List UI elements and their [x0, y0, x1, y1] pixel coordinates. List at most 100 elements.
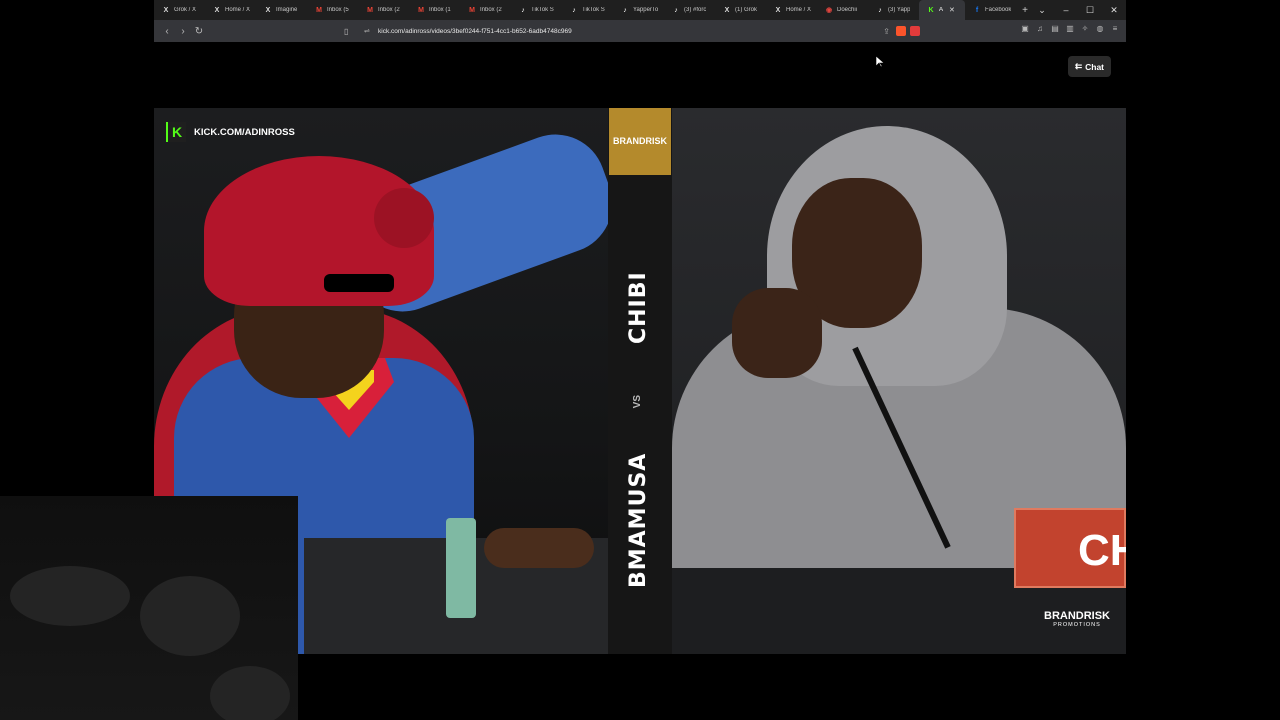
browser-tab[interactable]: M Inbox (1: [409, 0, 460, 20]
gmail-icon: M: [418, 6, 424, 14]
music-icon[interactable]: ♫: [1035, 24, 1045, 33]
tab-strip: X Grok / X X Home / X X Imagine M Inbox (5 M Inbo…: [154, 0, 1126, 20]
browser-tab[interactable]: ♪ TikTok S: [562, 0, 613, 20]
browser-tab[interactable]: X Home / X: [205, 0, 256, 20]
x-icon: X: [724, 6, 730, 14]
nav-buttons: ‹ › ↻: [154, 26, 214, 37]
tab-label: Inbox (2: [378, 7, 400, 13]
x-icon: X: [214, 6, 220, 14]
sunglasses: [324, 274, 394, 292]
tab-label: Imagine: [276, 7, 298, 13]
tab-label: Grok / X: [174, 7, 197, 13]
url-text[interactable]: kick.com/adinross/videos/3bef0244-f751-4…: [378, 28, 572, 35]
menu-icon[interactable]: ≡: [1110, 24, 1120, 33]
cap-brim: [374, 188, 434, 248]
browser-tab[interactable]: X Grok / X: [154, 0, 205, 20]
tab-label: Inbox (2: [480, 7, 502, 13]
center-divider: BRANDRISK CHIBI VS BMAMUSA: [608, 108, 672, 654]
forward-arrow-icon[interactable]: ›: [178, 26, 188, 37]
tab-label: YapperTo: [633, 7, 659, 13]
wallet-icon[interactable]: ▥: [1065, 24, 1075, 33]
tab-label: TikTok S: [531, 7, 554, 13]
tab-label: Home / X: [225, 7, 251, 13]
browser-tab[interactable]: X Home / X: [766, 0, 817, 20]
browser-window: X Grok / X X Home / X X Imagine M Inbox (5 M Inbo…: [154, 0, 1126, 42]
gmail-icon: M: [316, 6, 322, 14]
corner-brand-text: BRANDRISK: [1044, 610, 1110, 622]
brave-shields-icon[interactable]: [896, 26, 906, 36]
kick-logo-icon: K: [166, 122, 186, 142]
close-tab-icon[interactable]: ✕: [949, 6, 955, 14]
tiktok-icon: ♪: [878, 6, 882, 14]
tab-label: (1) Grok: [735, 7, 758, 13]
gmail-icon: M: [367, 6, 373, 14]
window-controls: ⌄ – ☐ ✕: [1030, 0, 1126, 20]
fighter-name-top: CHIBI: [626, 271, 651, 345]
gmail-icon: M: [469, 6, 475, 14]
water-bottle: [446, 518, 476, 618]
extensions-icon[interactable]: ✧: [1080, 24, 1090, 33]
minimize-button[interactable]: –: [1054, 0, 1078, 20]
share-icon[interactable]: ⇪: [883, 27, 890, 36]
video-player[interactable]: K KICK.COM/ADINROSS BRANDRISK CHIBI VS B…: [154, 108, 1126, 654]
browser-tab[interactable]: M Inbox (2: [358, 0, 409, 20]
chevron-down-icon[interactable]: ⌄: [1030, 0, 1054, 20]
browser-tab[interactable]: ◉ Doechii: [817, 0, 868, 20]
browser-tab[interactable]: ♪ (3) #forc: [664, 0, 715, 20]
sidebar-icon[interactable]: ▤: [1050, 24, 1060, 33]
webcam-shape: [140, 576, 240, 656]
right-fist: [732, 288, 822, 378]
tab-label: A: [939, 7, 944, 13]
browser-tab[interactable]: ♪ TikTok S: [511, 0, 562, 20]
facebook-icon: f: [975, 6, 979, 14]
globe-icon: ◉: [825, 7, 833, 14]
fighter-name-bottom: BMAMUSA: [626, 452, 651, 588]
tab-label: Home / X: [786, 7, 812, 13]
tiktok-icon: ♪: [674, 6, 678, 14]
vpn-icon[interactable]: ◍: [1095, 24, 1105, 33]
corner-brand-logo: BRANDRISK PROMOTIONS: [1044, 610, 1110, 628]
chat-button[interactable]: ⇇ Chat: [1068, 56, 1111, 77]
browser-tab[interactable]: X (1) Grok: [715, 0, 766, 20]
reload-icon[interactable]: ↻: [194, 26, 204, 37]
browser-toolbar: ‹ › ↻ ▯ ⇌ kick.com/adinross/videos/3bef0…: [154, 20, 1126, 42]
tab-label: Inbox (1: [429, 7, 451, 13]
tab-label: Inbox (5: [327, 7, 349, 13]
browser-tab[interactable]: X Imagine: [256, 0, 307, 20]
promo-logo: BRANDRISK: [609, 108, 671, 175]
webcam-shape: [210, 666, 290, 720]
tab-label: Doechii: [837, 7, 858, 13]
browser-tab[interactable]: M Inbox (5: [307, 0, 358, 20]
tiktok-icon: ♪: [521, 6, 525, 14]
x-icon: X: [265, 6, 271, 14]
extension-tools: ▣ ♫ ▤ ▥ ✧ ◍ ≡: [1020, 24, 1120, 33]
browser-tab[interactable]: K A ✕: [919, 0, 965, 20]
right-camera-feed: CH BRANDRISK PROMOTIONS: [672, 108, 1126, 654]
nameplate: CH: [1014, 508, 1126, 588]
tab-label: (3) Yapp: [888, 7, 911, 13]
browser-tab[interactable]: f Facebook: [965, 0, 1016, 20]
webcam-overlay: [0, 496, 298, 720]
tiktok-icon: ♪: [572, 6, 576, 14]
maximize-button[interactable]: ☐: [1078, 0, 1102, 20]
tab-label: Facebook: [985, 7, 1011, 13]
brave-rewards-icon[interactable]: [910, 26, 920, 36]
versus-label: VS: [632, 395, 643, 409]
tab-label: (3) #forc: [684, 7, 707, 13]
chat-toggle-icon: ⇇: [1074, 61, 1083, 71]
browser-tab[interactable]: ♪ (3) Yapp: [868, 0, 919, 20]
screenshot-icon[interactable]: ▣: [1020, 24, 1030, 33]
left-hand: [484, 528, 594, 568]
back-arrow-icon[interactable]: ‹: [162, 26, 172, 37]
browser-tab[interactable]: ♪ YapperTo: [613, 0, 664, 20]
close-window-button[interactable]: ✕: [1102, 0, 1126, 20]
address-bar[interactable]: ▯ ⇌ kick.com/adinross/videos/3bef0244-f7…: [342, 23, 920, 39]
browser-tab[interactable]: M Inbox (2: [460, 0, 511, 20]
site-info-icon[interactable]: ⇌: [364, 27, 376, 35]
chat-button-label: Chat: [1085, 61, 1104, 72]
x-icon: X: [163, 6, 169, 14]
kick-icon: K: [928, 6, 934, 14]
bookmark-icon[interactable]: ▯: [344, 27, 356, 36]
channel-badge-text: KICK.COM/ADINROSS: [194, 126, 295, 138]
x-icon: X: [775, 6, 781, 14]
